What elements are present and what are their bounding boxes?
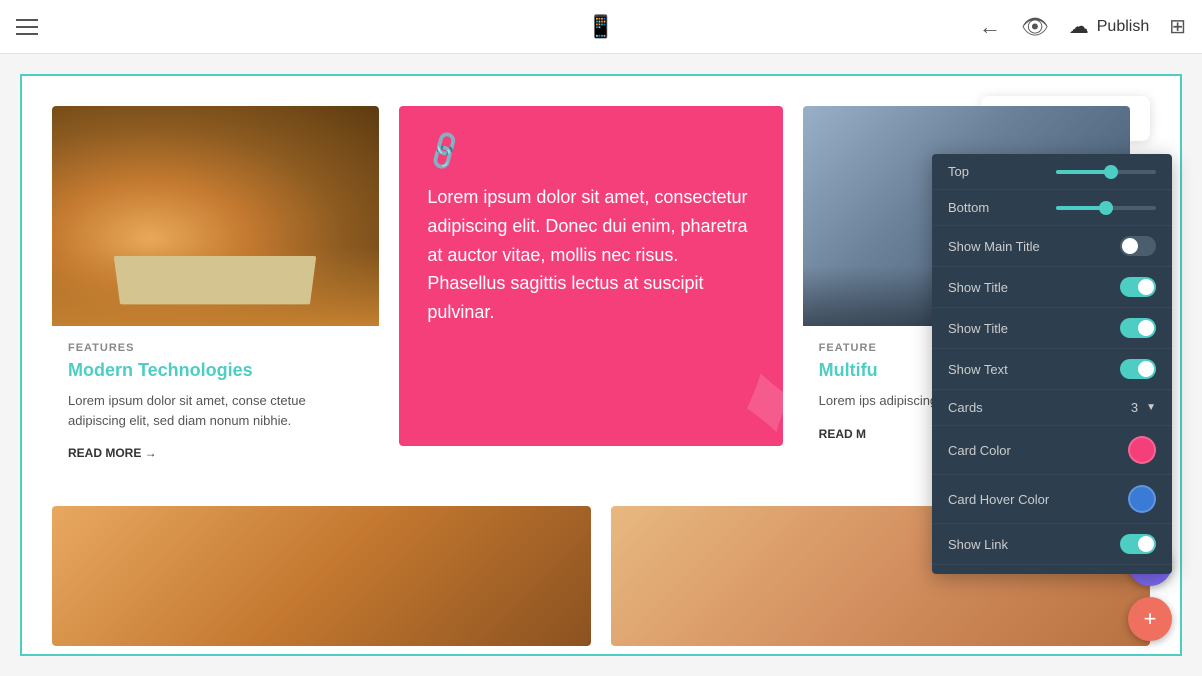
- cards-count-row: Cards 3 ▼: [932, 390, 1172, 426]
- show-link-label: Show Link: [948, 537, 1008, 552]
- show-text-thumb: [1138, 361, 1154, 377]
- show-text-row: Show Text: [932, 349, 1172, 390]
- card-color-row: Card Color: [932, 426, 1172, 475]
- bottom-slider[interactable]: [1056, 206, 1156, 210]
- show-title-1-row: Show Title: [932, 267, 1172, 308]
- top-slider-thumb[interactable]: [1104, 165, 1118, 179]
- bottom-label: Bottom: [948, 200, 989, 215]
- card-1-category: FEATURES: [68, 342, 363, 354]
- fab-add-button[interactable]: +: [1128, 597, 1172, 641]
- show-link-thumb: [1138, 536, 1154, 552]
- card-color-swatch[interactable]: [1128, 436, 1156, 464]
- publish-button[interactable]: ☁ Publish: [1069, 14, 1149, 39]
- link-chain-icon: 🔗: [421, 127, 468, 173]
- bottom-slider-row: Bottom: [932, 190, 1172, 226]
- card-1: FEATURES Modern Technologies Lorem ipsum…: [52, 106, 379, 476]
- top-label: Top: [948, 164, 969, 179]
- show-main-title-row: Show Main Title: [932, 226, 1172, 267]
- show-title-2-row: Show Title: [932, 308, 1172, 349]
- second-card-1: [52, 506, 591, 646]
- card-color-label: Card Color: [948, 443, 1011, 458]
- toolbar-center: 📱: [587, 14, 614, 40]
- watermark-diamond-icon: ♦: [728, 336, 783, 446]
- hamburger-menu-icon[interactable]: [16, 19, 38, 35]
- back-icon[interactable]: ←: [979, 14, 1001, 40]
- card-1-body: FEATURES Modern Technologies Lorem ipsum…: [52, 326, 379, 476]
- bottom-slider-thumb[interactable]: [1099, 201, 1113, 215]
- card-1-image: [52, 106, 379, 326]
- card-1-text: Lorem ipsum dolor sit amet, conse ctetue…: [68, 391, 363, 430]
- preview-eye-icon[interactable]: 👁: [1021, 14, 1049, 40]
- settings-panel: Top Bottom Show Main Title: [932, 154, 1172, 574]
- card-1-title: Modern Technologies: [68, 360, 363, 381]
- card-pink-text: Lorem ipsum dolor sit amet, consectetur …: [427, 183, 754, 327]
- panel-scroll[interactable]: Top Bottom Show Main Title: [932, 154, 1172, 574]
- toolbar: 📱 ← 👁 ☁ Publish ⊞: [0, 0, 1202, 54]
- cards-select[interactable]: 3 ▼: [1131, 400, 1156, 415]
- card-hover-color-swatch[interactable]: [1128, 485, 1156, 513]
- show-text-toggle[interactable]: [1120, 359, 1156, 379]
- top-slider[interactable]: [1056, 170, 1156, 174]
- card-1-link[interactable]: READ MORE →: [68, 446, 363, 460]
- main-area: ↑ ↓ ⚙ 🗑 FEATURES Modern Technologies Lor…: [0, 54, 1202, 676]
- show-text-label: Show Text: [948, 362, 1008, 377]
- cards-value: 3: [1131, 400, 1138, 415]
- show-title-1-thumb: [1138, 279, 1154, 295]
- cloud-upload-icon: ☁: [1069, 14, 1089, 39]
- top-slider-row: Top: [932, 154, 1172, 190]
- show-main-title-label: Show Main Title: [948, 239, 1040, 254]
- add-plus-icon: +: [1144, 606, 1157, 632]
- resize-icon[interactable]: ⊞: [1169, 14, 1186, 39]
- show-title-2-toggle[interactable]: [1120, 318, 1156, 338]
- card-pink: 🔗 Lorem ipsum dolor sit amet, consectetu…: [399, 106, 782, 446]
- show-title-2-thumb: [1138, 320, 1154, 336]
- show-title-2-label: Show Title: [948, 321, 1008, 336]
- toolbar-left: [16, 19, 38, 35]
- show-main-title-thumb: [1122, 238, 1138, 254]
- cards-label: Cards: [948, 400, 983, 415]
- show-title-1-label: Show Title: [948, 280, 1008, 295]
- card-hover-color-row: Card Hover Color: [932, 475, 1172, 524]
- card-hover-color-label: Card Hover Color: [948, 492, 1049, 507]
- show-title-1-toggle[interactable]: [1120, 277, 1156, 297]
- show-link-row: Show Link: [932, 524, 1172, 565]
- mobile-preview-icon[interactable]: 📱: [587, 14, 614, 39]
- show-link-toggle[interactable]: [1120, 534, 1156, 554]
- show-main-title-toggle[interactable]: [1120, 236, 1156, 256]
- cards-dropdown-arrow: ▼: [1146, 402, 1156, 413]
- top-slider-fill: [1056, 170, 1111, 174]
- background-image-row[interactable]: Background Image: [932, 565, 1172, 574]
- publish-label: Publish: [1097, 18, 1149, 36]
- laptop-screen: [114, 256, 317, 304]
- toolbar-right: ← 👁 ☁ Publish ⊞: [979, 14, 1186, 40]
